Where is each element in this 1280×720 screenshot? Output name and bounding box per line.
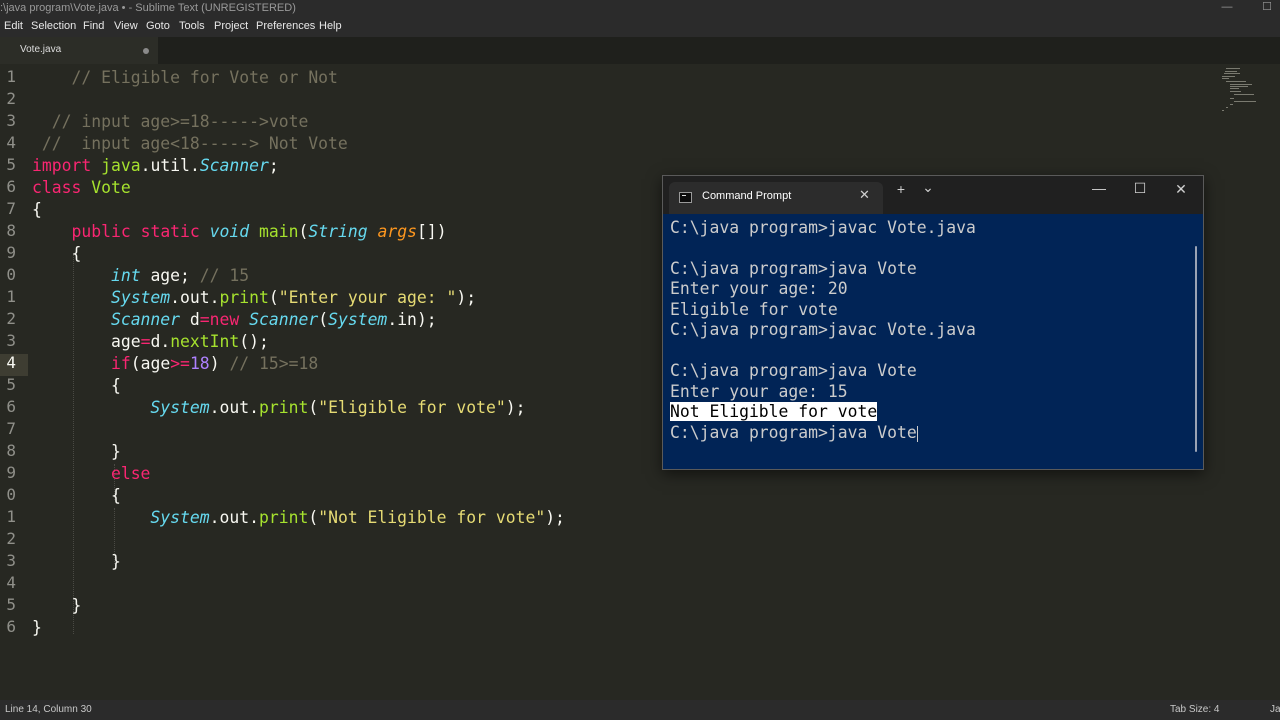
status-bar: Line 14, Column 30 Tab Size: 4 Ja (0, 700, 1280, 720)
line-number: 1 (6, 507, 16, 526)
terminal-tab[interactable]: Command Prompt ✕ (669, 182, 883, 214)
window-title: :\java program\Vote.java • - Sublime Tex… (0, 2, 296, 14)
code-line[interactable]: { (32, 243, 81, 265)
line-number: 9 (6, 463, 16, 482)
line-number: 6 (6, 397, 16, 416)
line-number: 3 (6, 331, 16, 350)
code-line[interactable]: { (32, 375, 121, 397)
code-line[interactable]: System.out.print("Eligible for vote"); (32, 397, 525, 419)
code-line[interactable]: // input age>=18----->vote (32, 111, 309, 133)
terminal-line-selected: Not Eligible for vote (670, 402, 878, 422)
line-number: 2 (6, 89, 16, 108)
line-number: 2 (6, 529, 16, 548)
terminal-line-prompt: C:\java program>java Vote (670, 423, 918, 443)
line-number: 8 (6, 221, 16, 240)
code-line-current[interactable]: if(age>=18) // 15>=18 (32, 353, 318, 375)
terminal-tab-title: Command Prompt (702, 190, 792, 202)
code-line[interactable]: class Vote (32, 177, 131, 199)
line-number: 1 (6, 67, 16, 86)
menu-preferences[interactable]: Preferences (256, 20, 315, 32)
line-number: 5 (6, 375, 16, 394)
new-tab-button[interactable]: + (889, 181, 913, 197)
code-line[interactable]: else (32, 463, 150, 485)
terminal-line: C:\java program>java Vote (670, 361, 917, 380)
line-number: 5 (6, 155, 16, 174)
line-number: 3 (6, 111, 16, 130)
terminal-tab-bar: Command Prompt ✕ + ⌄ — ☐ ✕ (663, 176, 1203, 214)
minimize-button[interactable]: — (1214, 0, 1240, 17)
code-line[interactable]: System.out.print("Enter your age: "); (32, 287, 476, 309)
line-number: 2 (6, 309, 16, 328)
minimize-button[interactable]: — (1087, 180, 1111, 196)
code-line[interactable]: import java.util.Scanner; (32, 155, 279, 177)
menu-help[interactable]: Help (319, 20, 342, 32)
close-window-button[interactable]: ✕ (1169, 181, 1193, 198)
terminal-line: C:\java program>javac Vote.java (670, 320, 976, 339)
terminal-line: C:\java program>javac Vote.java (670, 218, 976, 237)
code-line[interactable]: Scanner d=new Scanner(System.in); (32, 309, 437, 331)
line-number: 0 (6, 265, 16, 284)
selected-text: Not Eligible for vote (670, 402, 878, 421)
code-line[interactable]: { (32, 485, 121, 507)
menu-edit[interactable]: Edit (4, 20, 23, 32)
tab-vote-java[interactable]: Vote.java (0, 37, 158, 64)
menu-goto[interactable]: Goto (146, 20, 170, 32)
tab-size-indicator[interactable]: Tab Size: 4 (1170, 704, 1219, 715)
code-line[interactable]: { (32, 199, 42, 221)
minimap[interactable] (1222, 68, 1272, 112)
text-cursor (916, 425, 918, 442)
terminal-line: Enter your age: 15 (670, 382, 848, 401)
terminal-line: Eligible for vote (670, 300, 838, 319)
close-tab-icon[interactable]: ✕ (859, 187, 870, 203)
line-number: 7 (6, 419, 16, 438)
line-number: 4 (6, 573, 16, 592)
terminal-icon (679, 192, 692, 203)
line-number: 7 (6, 199, 16, 218)
tab-bar: Vote.java (0, 37, 1280, 64)
line-number: 9 (6, 243, 16, 262)
code-line[interactable]: } (32, 595, 81, 617)
terminal-line: C:\java program>java Vote (670, 259, 917, 278)
line-number: 4 (6, 133, 16, 152)
code-line[interactable]: } (32, 551, 121, 573)
line-number: 1 (6, 287, 16, 306)
command-prompt-window[interactable]: Command Prompt ✕ + ⌄ — ☐ ✕ C:\java progr… (662, 175, 1204, 470)
line-number-active: 4 (6, 353, 16, 372)
line-number: 6 (6, 177, 16, 196)
line-number: 5 (6, 595, 16, 614)
menu-selection[interactable]: Selection (31, 20, 76, 32)
menu-find[interactable]: Find (83, 20, 104, 32)
menu-tools[interactable]: Tools (179, 20, 205, 32)
dropdown-button[interactable]: ⌄ (916, 179, 940, 196)
unsaved-dot-icon[interactable] (143, 48, 149, 54)
code-line[interactable]: System.out.print("Not Eligible for vote"… (32, 507, 565, 529)
code-line[interactable]: // input age<18-----> Not Vote (32, 133, 348, 155)
code-line[interactable]: // Eligible for Vote or Not (32, 67, 337, 89)
title-bar: :\java program\Vote.java • - Sublime Tex… (0, 0, 1280, 17)
menu-bar: Edit Selection Find View Goto Tools Proj… (0, 17, 1280, 37)
cursor-position: Line 14, Column 30 (5, 704, 92, 715)
code-line[interactable]: } (32, 617, 42, 639)
scrollbar[interactable] (1195, 246, 1197, 452)
syntax-indicator[interactable]: Ja (1270, 704, 1280, 715)
menu-view[interactable]: View (114, 20, 138, 32)
line-number: 8 (6, 441, 16, 460)
maximize-button[interactable]: ☐ (1254, 0, 1280, 17)
menu-project[interactable]: Project (214, 20, 248, 32)
code-line[interactable]: } (32, 441, 121, 463)
terminal-line: Enter your age: 20 (670, 279, 848, 298)
line-number: 0 (6, 485, 16, 504)
prompt-text: C:\java program>java Vote (670, 423, 917, 442)
code-line[interactable]: int age; // 15 (32, 265, 249, 287)
tab-label: Vote.java (20, 44, 62, 55)
line-number: 3 (6, 551, 16, 570)
code-line[interactable]: public static void main(String args[]) (32, 221, 446, 243)
maximize-button[interactable]: ☐ (1128, 180, 1152, 197)
code-line[interactable]: age=d.nextInt(); (32, 331, 269, 353)
line-number: 6 (6, 617, 16, 636)
